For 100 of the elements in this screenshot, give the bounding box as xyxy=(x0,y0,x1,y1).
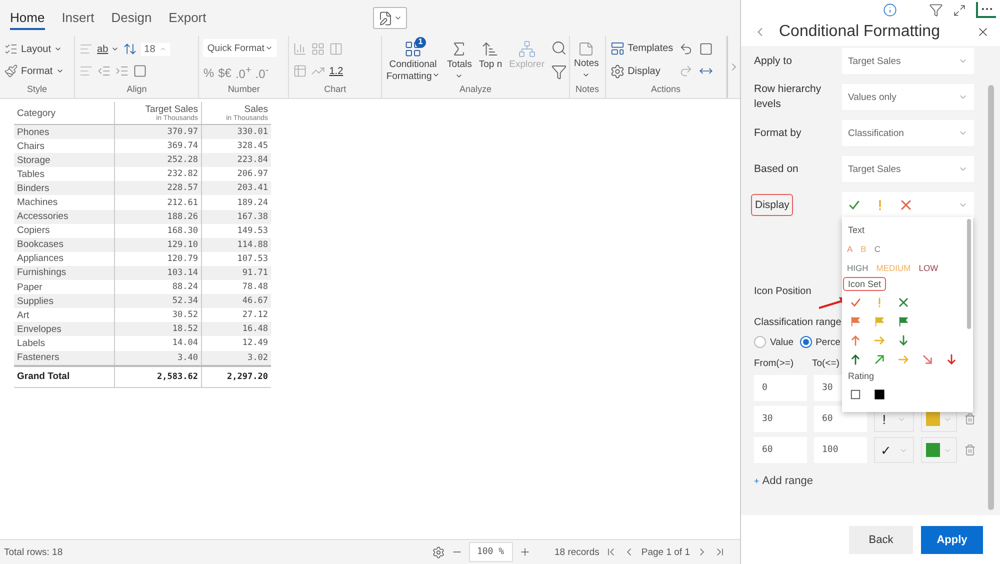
expand-icon[interactable] xyxy=(953,4,966,16)
option-text[interactable]: HIGH xyxy=(847,262,868,272)
count-badge: 1 xyxy=(415,36,426,48)
line-height-icon[interactable] xyxy=(123,42,138,56)
field-label: Format by xyxy=(754,126,802,140)
align-icon[interactable] xyxy=(79,64,94,78)
group-label: Chart xyxy=(323,84,348,96)
filter-icon[interactable] xyxy=(551,64,568,80)
apply-button[interactable]: Apply xyxy=(921,526,983,554)
display-button[interactable]: Display xyxy=(610,64,674,79)
outdent-icon[interactable] xyxy=(97,64,112,78)
table-cell: Accessories xyxy=(14,210,114,224)
add-range-button[interactable]: + Add range xyxy=(754,475,814,487)
plus-icon[interactable] xyxy=(518,546,530,558)
value-dropdown[interactable]: Target Sales xyxy=(842,156,974,182)
quick-format-dropdown[interactable]: Quick Format xyxy=(203,39,278,57)
caret-icon xyxy=(394,14,402,22)
display-dropdown[interactable] xyxy=(842,192,974,218)
group-label: Analyze xyxy=(458,84,493,96)
table-cell: Appliances xyxy=(14,252,114,266)
table-icon[interactable] xyxy=(293,64,308,78)
page-indicator: Page 1 of 1 xyxy=(641,546,690,558)
indent-icon[interactable] xyxy=(115,64,130,78)
group-label: Actions xyxy=(650,84,682,96)
line-height-field[interactable]: 18 xyxy=(141,42,170,56)
ribbon-tab[interactable]: Insert xyxy=(62,6,94,30)
icon-dropdown[interactable]: ✓ xyxy=(874,437,914,463)
table-cell: 3.02 xyxy=(202,350,271,366)
value-dropdown[interactable]: Target Sales xyxy=(842,48,974,74)
group-label: Number xyxy=(226,84,261,96)
caret-icon xyxy=(111,45,120,53)
from-field[interactable]: 30 xyxy=(754,406,807,432)
align-icon[interactable] xyxy=(79,42,94,56)
group-label: Align xyxy=(126,84,148,96)
table-cell: Fasteners xyxy=(14,350,114,366)
undo-icon[interactable] xyxy=(679,42,694,56)
radio-option[interactable]: Value xyxy=(754,336,794,348)
total-cell: 2,297.20 xyxy=(202,366,271,388)
section-label: Classification range xyxy=(754,317,842,328)
table-cell: Copiers xyxy=(14,224,114,238)
table-cell: Machines xyxy=(14,195,114,210)
columns-icon[interactable] xyxy=(329,42,344,56)
grid-icon[interactable] xyxy=(311,42,326,56)
value-dropdown[interactable]: Classification xyxy=(842,120,974,146)
total-cell: 2,583.62 xyxy=(114,366,202,388)
record-count: 18 records xyxy=(554,546,600,558)
column-label: From(>=) xyxy=(754,358,795,369)
steps-icon xyxy=(481,40,500,58)
panel-title: Conditional Formatting xyxy=(779,23,941,41)
ribbon-button[interactable]: Totals xyxy=(447,40,472,80)
from-field[interactable]: 0 xyxy=(754,375,807,401)
option-text[interactable]: C xyxy=(874,244,880,254)
table-cell: Envelopes xyxy=(14,322,114,336)
ribbon-tab[interactable]: Design xyxy=(111,6,152,30)
ribbon-button[interactable]: Top n xyxy=(478,40,502,70)
table-cell: Labels xyxy=(14,336,114,350)
ribbon-button[interactable]: 1 Conditional Formatting xyxy=(386,40,440,82)
info-icon[interactable] xyxy=(883,3,897,17)
table-cell: Bookcases xyxy=(14,238,114,252)
decimal-button[interactable]: 1.2 xyxy=(329,66,344,76)
template-icon xyxy=(610,41,625,56)
color-dropdown[interactable] xyxy=(921,437,957,463)
format-button[interactable]: Format xyxy=(4,64,64,78)
close-icon[interactable] xyxy=(976,25,990,39)
trash-icon[interactable] xyxy=(964,444,976,456)
field-label: Apply to xyxy=(754,54,793,68)
group-label: Style xyxy=(26,84,48,96)
frame-icon[interactable] xyxy=(699,42,714,56)
radio-option[interactable]: Perce xyxy=(800,336,840,348)
templates-button[interactable]: Templates xyxy=(610,41,674,56)
edit-icon xyxy=(378,10,394,26)
zoom-field[interactable]: 100 % xyxy=(468,542,512,562)
trash-icon[interactable] xyxy=(964,413,976,425)
column-label: To(<=) xyxy=(812,358,840,369)
to-field[interactable]: 100 xyxy=(814,437,867,463)
search-icon[interactable] xyxy=(551,40,568,56)
caret-icon xyxy=(56,67,64,75)
group-label: Notes xyxy=(574,84,600,96)
gear-icon[interactable] xyxy=(432,546,444,558)
table-cell: Paper xyxy=(14,280,114,294)
notes-button[interactable]: Notes xyxy=(574,41,599,79)
scrollbar[interactable] xyxy=(988,85,994,510)
layout-button[interactable]: Layout xyxy=(4,42,64,56)
value-dropdown[interactable]: Values only xyxy=(842,84,974,110)
option-text[interactable]: LOW xyxy=(918,262,938,272)
gear-icon xyxy=(610,64,625,79)
ribbon-tab[interactable]: Home xyxy=(10,6,45,30)
ribbon-tab[interactable]: Export xyxy=(168,6,206,30)
text-style-button[interactable]: ab xyxy=(97,44,120,54)
caret-icon xyxy=(265,44,274,52)
filter-icon[interactable] xyxy=(929,3,943,17)
caret-icon xyxy=(54,45,62,53)
redo-icon[interactable] xyxy=(679,64,694,78)
from-field[interactable]: 60 xyxy=(754,437,807,463)
menu-section-label: Text xyxy=(847,224,866,237)
edit-button[interactable] xyxy=(373,7,408,29)
grid-icon xyxy=(404,40,422,58)
back-button[interactable]: Back xyxy=(849,526,913,554)
border-icon[interactable] xyxy=(133,64,148,78)
bar-chart-icon[interactable] xyxy=(293,42,308,56)
